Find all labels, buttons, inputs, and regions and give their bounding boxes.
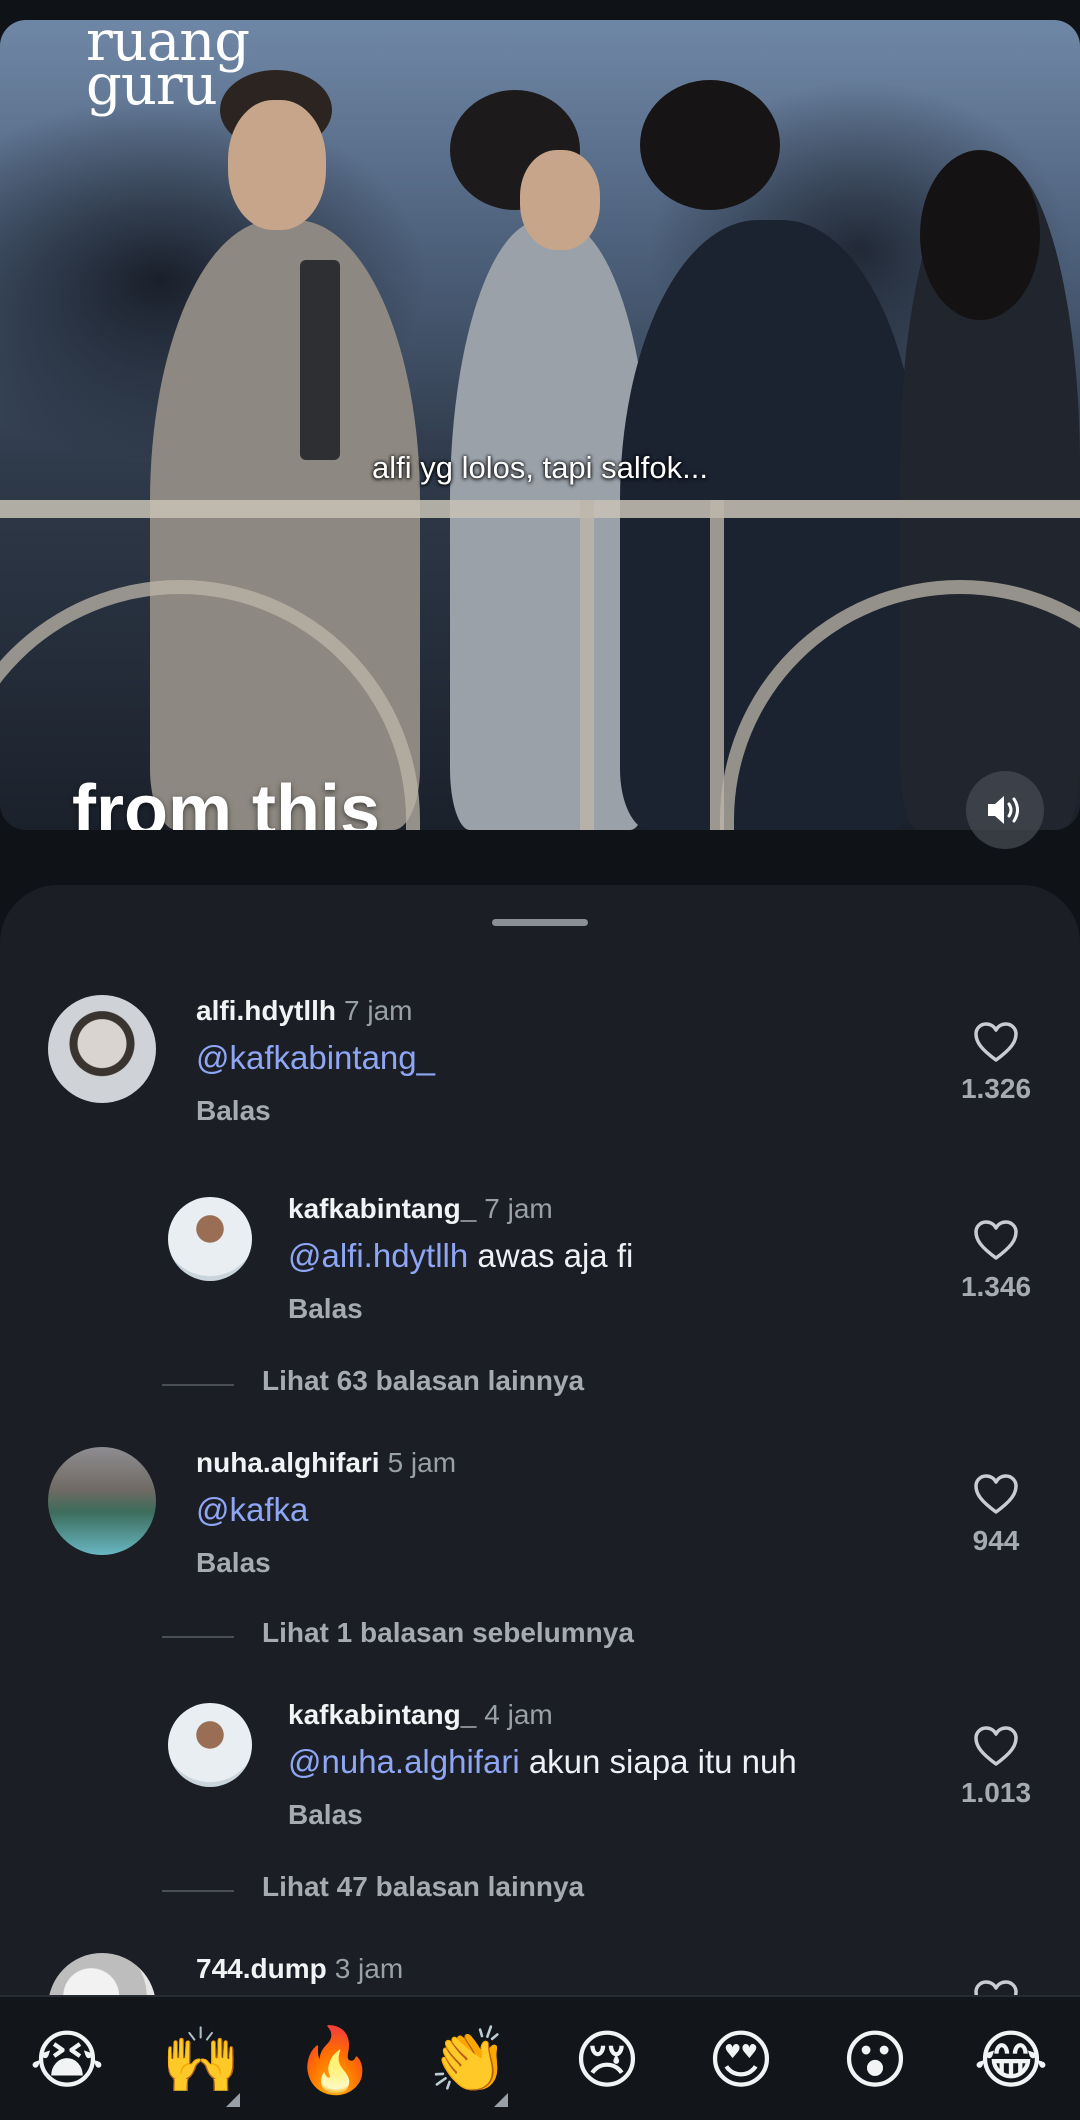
mute-button[interactable] — [966, 771, 1044, 849]
comment-mention[interactable]: @kafka — [196, 1491, 308, 1528]
comment-reply-item: kafkabintang_ 7 jam @alfi.hdytllh awas aj… — [0, 1193, 1080, 1343]
like-button[interactable]: 944 — [950, 1473, 1042, 1557]
avatar[interactable] — [168, 1703, 252, 1787]
comment-item: nuha.alghifari 5 jam @kafka Balas 944 — [0, 1447, 1080, 1597]
video-player[interactable]: ruang guru alfi yg lolos, tapi salfok...… — [0, 20, 1080, 830]
video-railing-post — [710, 500, 724, 830]
heart-icon — [974, 1022, 1018, 1062]
comment-body: akun siapa itu nuh — [519, 1743, 797, 1780]
clapping-hands-glyph: 👏 — [429, 2024, 509, 2098]
video-caption: from this — [72, 771, 381, 830]
like-button[interactable]: 1.346 — [950, 1219, 1042, 1303]
heart-icon — [974, 1726, 1018, 1766]
video-railing — [0, 500, 1080, 518]
comment-username[interactable]: kafkabintang_ — [288, 1193, 476, 1224]
reply-button[interactable]: Balas — [196, 1095, 271, 1127]
fire-emoji-icon[interactable]: 🔥 — [290, 2021, 380, 2101]
comment-reply-item: kafkabintang_ 4 jam @nuha.alghifari akun … — [0, 1699, 1080, 1849]
comment-mention[interactable]: @nuha.alghifari — [288, 1743, 520, 1780]
tears-of-joy-emoji-icon[interactable]: 😂 — [966, 2021, 1056, 2101]
avatar[interactable] — [48, 1447, 156, 1555]
heart-icon — [974, 1474, 1018, 1514]
view-previous-label[interactable]: Lihat 1 balasan sebelumnya — [262, 1617, 634, 1649]
clapping-hands-emoji-icon[interactable]: 👏 — [424, 2021, 514, 2107]
comment-time: 7 jam — [484, 1193, 553, 1224]
screen: ruang guru alfi yg lolos, tapi salfok...… — [0, 0, 1080, 2120]
speaker-icon — [988, 796, 1019, 824]
video-figure-tie — [300, 260, 340, 460]
like-button[interactable]: 1.013 — [950, 1725, 1042, 1809]
like-count: 1.013 — [960, 1777, 1032, 1808]
comment-header: kafkabintang_ 7 jam — [288, 1193, 553, 1225]
crying-face-emoji-icon[interactable]: 😢 — [562, 2021, 652, 2101]
comment-text: @alfi.hdytllh awas aja fi — [288, 1237, 633, 1275]
comment-text: @kafka — [196, 1491, 308, 1529]
video-railing-post — [580, 500, 594, 830]
like-button[interactable]: 1.326 — [950, 1021, 1042, 1105]
comment-username[interactable]: 744.dump — [196, 1953, 327, 1984]
view-more-label[interactable]: Lihat 63 balasan lainnya — [262, 1365, 584, 1397]
comment-username[interactable]: alfi.hdytllh — [196, 995, 336, 1026]
comment-time: 4 jam — [484, 1699, 553, 1730]
reply-button[interactable]: Balas — [288, 1799, 363, 1831]
skin-tone-indicator — [494, 2093, 508, 2107]
comment-header: alfi.hdytllh 7 jam — [196, 995, 412, 1027]
loudly-crying-emoji-icon[interactable]: 😭 — [22, 2021, 112, 2101]
comment-item: alfi.hdytllh 7 jam @kafkabintang_ Balas 1… — [0, 995, 1080, 1145]
video-subtitle: alfi yg lolos, tapi salfok... — [372, 450, 708, 485]
comment-username[interactable]: kafkabintang_ — [288, 1699, 476, 1730]
raising-hands-glyph: 🙌 — [161, 2024, 241, 2098]
comment-mention[interactable]: @alfi.hdytllh — [288, 1237, 468, 1274]
view-more-replies[interactable]: Lihat 63 balasan lainnya — [162, 1365, 862, 1405]
comment-time: 7 jam — [344, 995, 413, 1026]
comment-mention[interactable]: @kafkabintang_ — [196, 1039, 435, 1076]
heart-icon — [974, 1220, 1018, 1260]
comment-header: kafkabintang_ 4 jam — [288, 1699, 553, 1731]
comment-time: 5 jam — [387, 1447, 457, 1478]
comment-text: @kafkabintang_ — [196, 1039, 435, 1077]
comment-username[interactable]: nuha.alghifari — [196, 1447, 380, 1478]
view-more-replies[interactable]: Lihat 47 balasan lainnya — [162, 1871, 862, 1911]
avatar[interactable] — [48, 995, 156, 1103]
comment-time: 3 jam — [334, 1953, 404, 1984]
video-figure-head — [640, 80, 780, 210]
reply-button[interactable]: Balas — [196, 1547, 271, 1579]
comment-header: nuha.alghifari 5 jam — [196, 1447, 456, 1479]
divider — [162, 1890, 234, 1892]
comment-body: awas aja fi — [468, 1237, 634, 1274]
ruangguru-logo: ruang guru — [86, 20, 250, 114]
avatar[interactable] — [168, 1197, 252, 1281]
like-count: 1.326 — [960, 1073, 1032, 1104]
like-count: 944 — [972, 1525, 1020, 1556]
video-figure-face — [520, 150, 600, 250]
video-figure-face — [228, 100, 326, 230]
comment-text: @nuha.alghifari akun siapa itu nuh — [288, 1743, 797, 1781]
reply-button[interactable]: Balas — [288, 1293, 363, 1325]
divider — [162, 1636, 234, 1638]
view-previous-replies[interactable]: Lihat 1 balasan sebelumnya — [162, 1617, 862, 1657]
emoji-quick-reactions: 😭 🙌 🔥 👏 😢 😍 😮 😂 — [0, 1995, 1080, 2120]
sheet-drag-handle[interactable] — [492, 919, 588, 926]
view-more-label[interactable]: Lihat 47 balasan lainnya — [262, 1871, 584, 1903]
divider — [162, 1384, 234, 1386]
surprised-face-emoji-icon[interactable]: 😮 — [830, 2021, 920, 2101]
comments-sheet: alfi.hdytllh 7 jam @kafkabintang_ Balas 1… — [0, 885, 1080, 2120]
like-count: 1.346 — [960, 1271, 1032, 1302]
video-figure-head — [920, 150, 1040, 320]
heart-eyes-emoji-icon[interactable]: 😍 — [696, 2021, 786, 2101]
comment-header: 744.dump 3 jam — [196, 1953, 403, 1985]
skin-tone-indicator — [226, 2093, 240, 2107]
raising-hands-emoji-icon[interactable]: 🙌 — [156, 2021, 246, 2107]
